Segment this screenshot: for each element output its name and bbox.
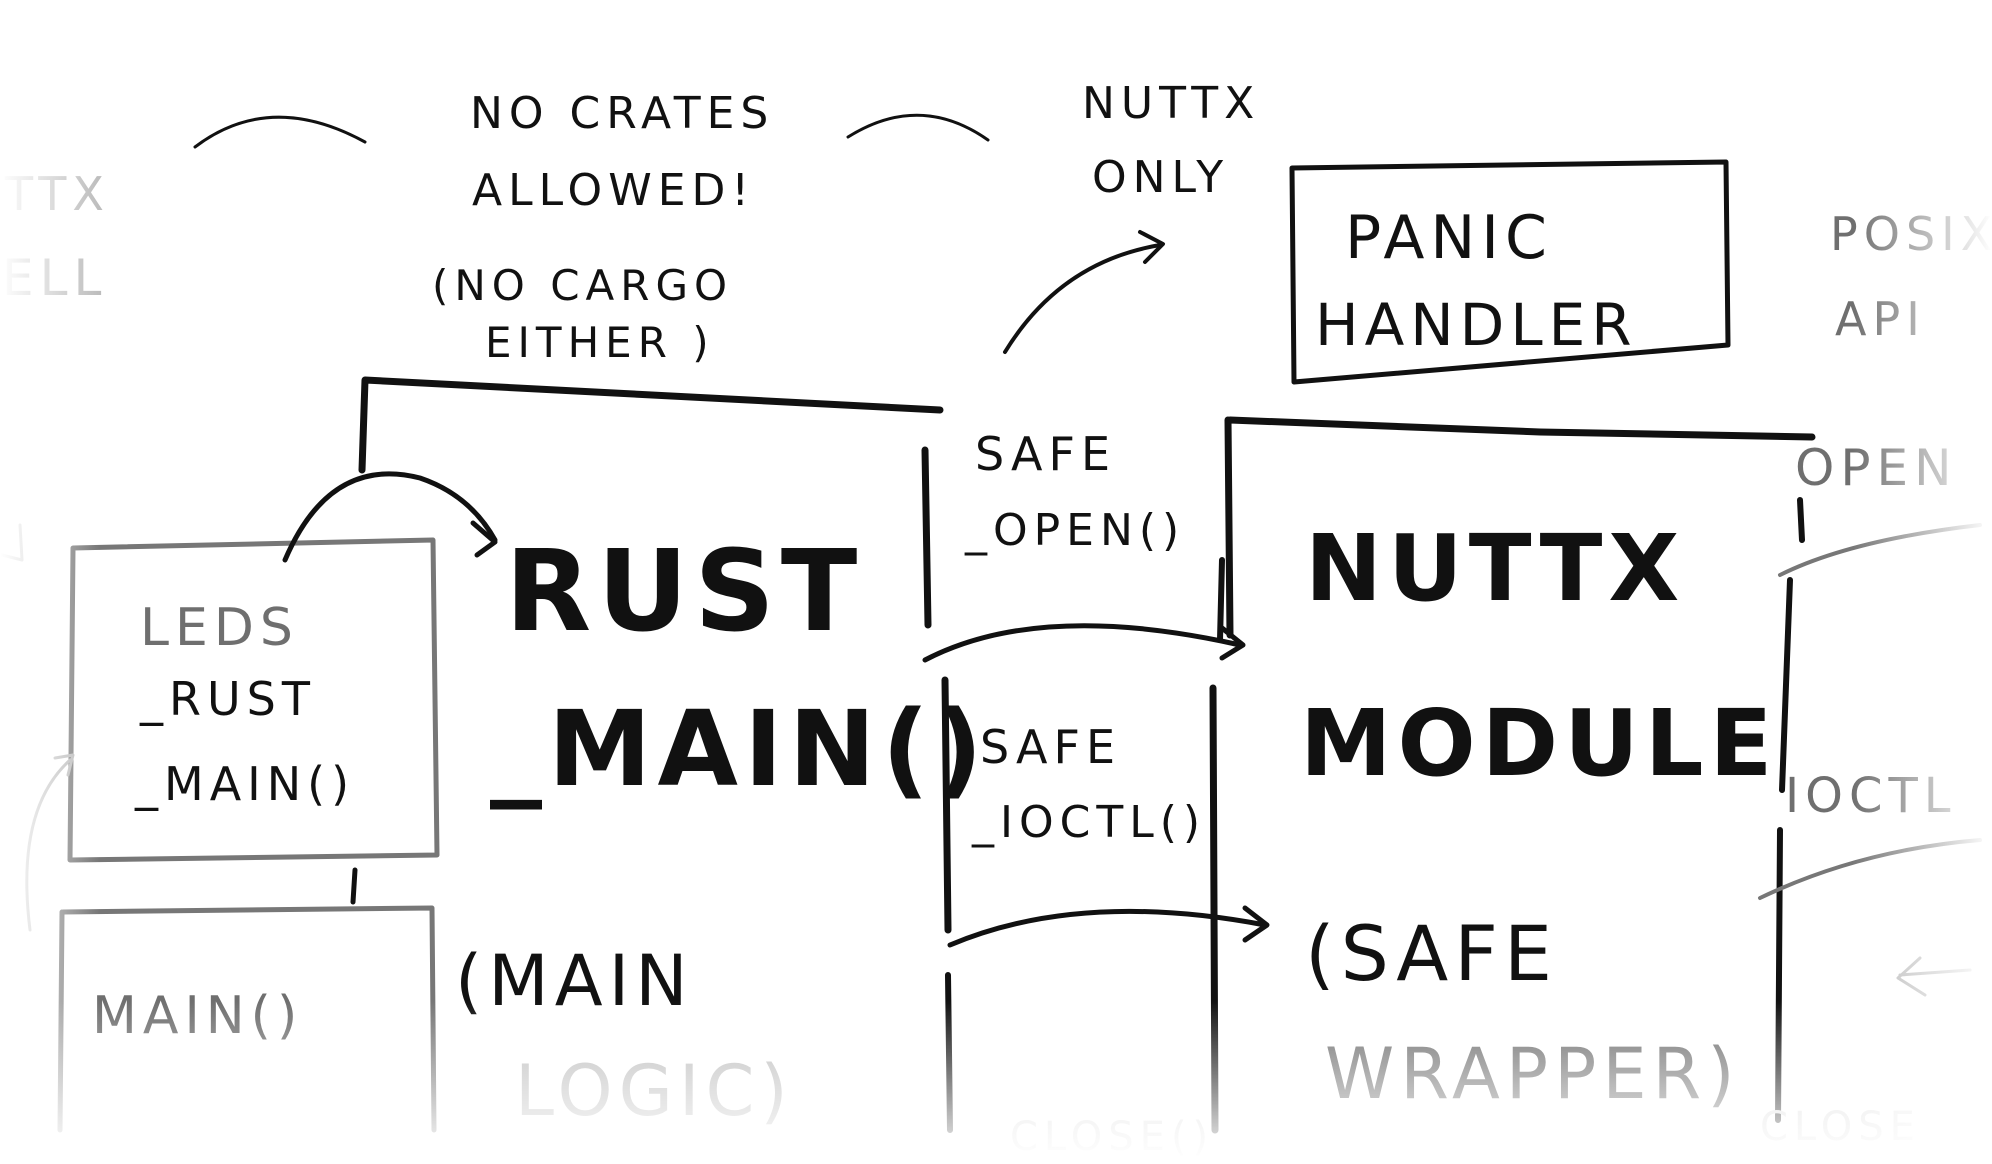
- note-nuttx-only-line1: NUTTX: [1082, 78, 1260, 129]
- main-logic-line1: (MAIN: [455, 940, 694, 1022]
- note-no-cargo-line2: EITHER ): [485, 318, 715, 367]
- note-no-crates-line1: NO CRATES: [470, 88, 774, 139]
- posix-api-line2: API: [1835, 292, 1926, 346]
- main-logic-line2: LOGIC): [515, 1050, 794, 1132]
- leds-to-rust-arrowhead: [470, 520, 498, 558]
- safe-open-line1: SAFE: [975, 427, 1116, 481]
- main-box-label: MAIN(): [92, 986, 303, 1046]
- nuttx-only-arrow: [1003, 243, 1162, 354]
- safe-wrapper-line1: (SAFE: [1305, 909, 1558, 998]
- left-faint-mark: [0, 523, 24, 562]
- note-nuttx-only-line2: ONLY: [1092, 152, 1229, 203]
- leds-to-rust-arrow: [282, 471, 498, 563]
- return-arrow: [1896, 956, 1972, 997]
- top-mid-swoosh: [846, 113, 990, 142]
- nuttx-module-line1: NUTTX: [1305, 515, 1685, 622]
- ioctl-call-line: [1758, 838, 1982, 900]
- left-faint-arc: [25, 758, 72, 932]
- edge-left-top-line1: TTX: [4, 167, 110, 221]
- diagram-canvas: NO CRATES ALLOWED! (NO CARGO EITHER ) NU…: [0, 78, 1992, 1160]
- rust-main-box-right-lower: [945, 972, 953, 1133]
- rust-main-line2: _MAIN(): [490, 688, 989, 810]
- edge-left-top-line2: ELL: [2, 249, 107, 307]
- rust-main-box-right-upper: [921, 446, 932, 629]
- open-call-line: [1778, 523, 1982, 577]
- safe-wrapper-line2: WRAPPER): [1325, 1033, 1741, 1115]
- safe-ioctl-arrow: [947, 908, 1268, 948]
- posix-api-line1: POSIX: [1830, 207, 1992, 261]
- edge-close-left: CLOSE(): [1010, 1114, 1214, 1160]
- note-no-cargo-line1: (NO CARGO: [432, 261, 733, 310]
- nuttx-module-line2: MODULE: [1300, 690, 1778, 797]
- safe-ioctl-line2: _IOCTL(): [971, 797, 1206, 848]
- safe-ioctl-line1: SAFE: [980, 720, 1121, 774]
- rust-main-box-top: [358, 376, 944, 474]
- edge-close-right: CLOSE: [1760, 1104, 1921, 1150]
- sketch-diagram: NO CRATES ALLOWED! (NO CARGO EITHER ) NU…: [0, 0, 1992, 1164]
- top-left-swoosh: [193, 115, 367, 149]
- box-connector: [350, 867, 358, 905]
- leds-box-line1: LEDS: [140, 598, 299, 658]
- safe-open-arrow: [922, 623, 1243, 663]
- leds-box-line2: _RUST: [139, 672, 316, 726]
- rust-main-line1: RUST: [505, 527, 863, 657]
- note-no-crates-line2: ALLOWED!: [472, 165, 755, 216]
- edge-ioctl-label: IOCTL: [1785, 768, 1957, 824]
- leds-box-line3: _MAIN(): [134, 757, 355, 811]
- panic-handler-line2: HANDLER: [1315, 291, 1638, 359]
- safe-open-line2: _OPEN(): [964, 505, 1185, 556]
- edge-open-label: OPEN: [1795, 439, 1958, 497]
- panic-handler-line1: PANIC: [1345, 203, 1553, 273]
